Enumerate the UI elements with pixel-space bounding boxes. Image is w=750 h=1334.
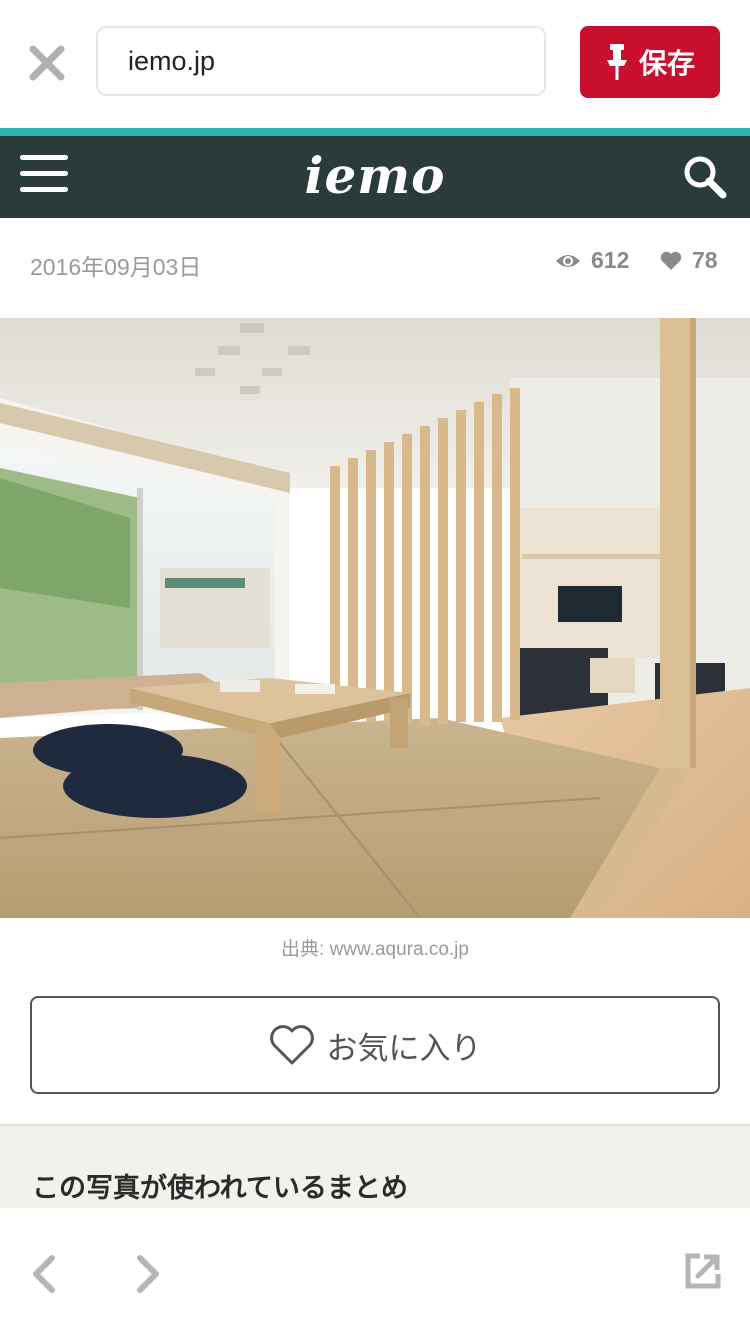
article-meta: 2016年09月03日 612 78 [0,218,750,318]
interior-photo[interactable] [0,318,750,918]
pin-icon [606,44,627,80]
heart-outline-icon [269,1025,314,1065]
search-button[interactable] [682,154,728,200]
bottom-toolbar [0,1208,750,1334]
open-external-icon [685,1253,721,1289]
close-icon [29,45,65,81]
view-count-value: 612 [591,247,630,273]
chevron-left-icon [33,1255,55,1293]
site-logo[interactable]: iemo [0,146,750,206]
url-field[interactable]: iemo.jp [96,26,546,96]
share-button[interactable] [684,1252,722,1290]
view-count: 612 [555,247,629,274]
share-topbar: iemo.jp 保存 [0,0,750,128]
favorite-button-label: お気に入り [326,1030,482,1066]
like-count-value: 78 [692,247,718,273]
eye-icon [556,254,580,267]
related-section: この写真が使われているまとめ [0,1124,750,1210]
back-button[interactable] [30,1254,60,1294]
chevron-right-icon [137,1255,159,1293]
search-icon [684,156,727,199]
article-date: 2016年09月03日 [30,254,202,280]
heart-icon [660,251,682,270]
forward-button[interactable] [132,1254,162,1294]
accent-line [0,128,750,136]
site-header: iemo [0,136,750,218]
like-count: 78 [660,247,718,274]
close-button[interactable] [28,44,66,82]
save-button[interactable]: 保存 [580,26,720,98]
photo-credit: 出典: www.aqura.co.jp [281,939,469,960]
favorite-button[interactable]: お気に入り [30,996,720,1094]
save-button-label: 保存 [638,48,695,79]
related-section-title: この写真が使われているまとめ [32,1173,408,1203]
